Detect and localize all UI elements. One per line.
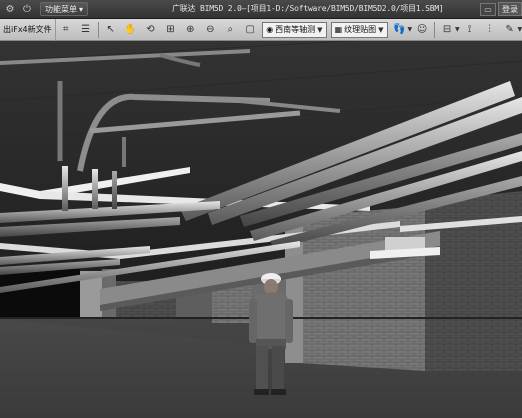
globe-icon: ◉ xyxy=(266,25,274,34)
section-icon[interactable]: ⊟ xyxy=(439,22,455,38)
measure-icon[interactable]: ⟟ xyxy=(462,22,478,38)
power-icon[interactable]: ⏻ xyxy=(20,2,34,16)
zoom-out-icon[interactable]: ⊖ xyxy=(202,22,218,38)
person-icon[interactable]: ☺ xyxy=(414,22,430,38)
chevron-down-icon: ▼ xyxy=(378,25,384,34)
file-tab[interactable]: 出iFx4新文件 xyxy=(0,18,56,41)
chevron-down-icon[interactable]: ▼ xyxy=(407,26,412,33)
chevron-down-icon[interactable]: ▼ xyxy=(517,26,522,33)
zoom-window-icon[interactable]: ⊞ xyxy=(162,22,178,38)
bim-scene xyxy=(0,41,522,418)
chevron-down-icon: ▼ xyxy=(317,25,323,34)
toolbar-separator xyxy=(434,21,436,38)
login-button[interactable]: 登录 xyxy=(498,2,522,16)
grid-icon[interactable]: ⌗ xyxy=(58,22,74,38)
3d-viewport[interactable] xyxy=(0,41,522,418)
zoom-extents-icon[interactable]: ⌕ xyxy=(222,22,238,38)
render-mode-label: 纹理贴图 xyxy=(344,25,377,34)
rotate-icon[interactable]: ⟲ xyxy=(142,22,158,38)
function-menu-label: 功能菜单 xyxy=(45,4,77,14)
zoom-in-icon[interactable]: ⊕ xyxy=(182,22,198,38)
gear-icon[interactable]: ⚙ xyxy=(3,2,17,16)
pan-hand-icon[interactable]: ✋ xyxy=(123,22,139,38)
dark-opening xyxy=(0,269,80,319)
layers-icon[interactable]: ☰ xyxy=(78,22,94,38)
texture-icon: ▦ xyxy=(334,25,343,34)
view-direction-dropdown[interactable]: ◉ 西南等轴测 ▼ xyxy=(262,21,327,38)
cube-view-icon[interactable]: ▢ xyxy=(242,22,258,38)
window-title: 广联达 BIM5D 2.0—[项目1-D:/Software/BIM5D/BIM… xyxy=(172,4,444,13)
chevron-down-icon[interactable]: ▼ xyxy=(455,26,460,33)
function-menu-button[interactable]: 功能菜单 ▾ xyxy=(40,2,89,16)
select-cursor-icon[interactable]: ↖ xyxy=(103,22,119,38)
view-direction-label: 西南等轴测 xyxy=(275,25,316,34)
toolbar-separator xyxy=(97,21,99,38)
edit-icon[interactable]: ✎ xyxy=(502,22,518,38)
walk-mode-icon[interactable]: 👣 xyxy=(392,22,408,38)
title-bar: ⚙ ⏻ 功能菜单 ▾ 广联达 BIM5D 2.0—[项目1-D:/Softwar… xyxy=(0,0,522,19)
chevron-down-icon: ▾ xyxy=(79,4,84,14)
message-icon[interactable]: ▭ xyxy=(480,2,496,16)
main-toolbar: 出iFx4新文件 ⌗ ☰ ↖ ✋ ⟲ ⊞ ⊕ ⊖ ⌕ ▢ ◉ 西南等轴测 ▼ ▦… xyxy=(0,18,522,41)
render-mode-dropdown[interactable]: ▦ 纹理贴图 ▼ xyxy=(330,21,388,38)
filter-icon[interactable]: ⫶ xyxy=(482,22,498,38)
